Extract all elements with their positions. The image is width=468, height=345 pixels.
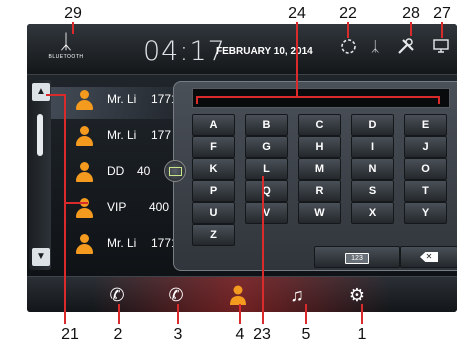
callout-27: 27 [433, 5, 451, 22]
key-x[interactable]: X [351, 202, 394, 224]
bluetooth-icon[interactable]: ᛣ [371, 38, 379, 55]
callout-29: 29 [64, 5, 82, 22]
key-r[interactable]: R [298, 180, 341, 202]
leader-line [118, 304, 120, 324]
leader-line [262, 176, 264, 324]
scroll-down-button[interactable]: ▼ [32, 248, 50, 266]
leader-line [196, 96, 198, 104]
leader-line [196, 96, 440, 98]
screen-icon[interactable] [433, 38, 449, 57]
contact-name: Mr. Li [107, 128, 137, 142]
contact-number: 40 [137, 164, 151, 178]
callout-1: 1 [357, 326, 367, 343]
callout-2: 2 [113, 326, 123, 343]
key-b[interactable]: B [245, 114, 288, 136]
leader-line [410, 22, 412, 36]
callout-4: 4 [235, 326, 245, 343]
number-mode-label: 123 [345, 253, 369, 264]
contact-number: 400 [149, 200, 170, 214]
device-screen: ᛣ BLUETOOTH 04:17 FEBRUARY 10, 2014 ᛣ ▲ … [27, 24, 457, 312]
settings-icon[interactable]: ⚙ [345, 285, 369, 305]
bottom-dock: ✆ ✆ ♫ ⚙ [27, 276, 457, 312]
bluetooth-icon: ᛣ [60, 31, 72, 53]
status-bar: ᛣ BLUETOOTH 04:17 FEBRUARY 10, 2014 ᛣ [27, 24, 457, 75]
backspace-key[interactable]: ✕ [400, 246, 457, 268]
contact-name: VIP [107, 200, 127, 214]
contact-name: Mr. Li [107, 92, 137, 106]
leader-line [239, 304, 241, 324]
scroll-thumb[interactable] [37, 114, 43, 156]
loading-icon [340, 38, 357, 58]
contact-icon [75, 126, 93, 146]
key-w[interactable]: W [298, 202, 341, 224]
call-log-icon[interactable]: ✆ [164, 285, 188, 305]
leader-line [46, 94, 66, 96]
keyboard-input-field[interactable] [192, 88, 450, 108]
key-c[interactable]: C [298, 114, 341, 136]
leader-line [305, 304, 307, 324]
bluetooth-status[interactable]: ᛣ BLUETOOTH [41, 32, 91, 60]
key-o[interactable]: O [404, 158, 447, 180]
leader-line [72, 22, 74, 34]
keyboard-toggle-button[interactable] [164, 160, 186, 182]
key-f[interactable]: F [192, 136, 235, 158]
contact-number: 177 [151, 128, 172, 142]
leader-line [347, 22, 349, 38]
key-k[interactable]: K [192, 158, 235, 180]
callout-28: 28 [402, 5, 420, 22]
key-v[interactable]: V [245, 202, 288, 224]
scroll-up-button[interactable]: ▲ [32, 83, 50, 101]
phone-icon[interactable]: ✆ [105, 285, 129, 305]
contact-icon [75, 198, 93, 218]
key-u[interactable]: U [192, 202, 235, 224]
leader-line [296, 22, 298, 98]
leader-line [441, 22, 443, 38]
contact-icon [75, 234, 93, 254]
key-z[interactable]: Z [192, 224, 235, 246]
contact-name: DD [107, 164, 125, 178]
callout-21: 21 [61, 326, 79, 343]
contacts-icon[interactable] [226, 285, 250, 309]
keyboard-panel: ABCDE FGHIJ KLMNO PQRST UVWXY Z 123 ✕ [173, 81, 457, 271]
clock-date: FEBRUARY 10, 2014 [216, 46, 313, 57]
leader-line [177, 304, 179, 324]
key-i[interactable]: I [351, 136, 394, 158]
key-p[interactable]: P [192, 180, 235, 202]
key-t[interactable]: T [404, 180, 447, 202]
leader-line [438, 96, 440, 104]
callout-23: 23 [253, 326, 271, 343]
key-s[interactable]: S [351, 180, 394, 202]
key-g[interactable]: G [245, 136, 288, 158]
leader-line [64, 94, 66, 324]
leader-line [361, 304, 363, 324]
settings-tools-icon[interactable] [397, 38, 415, 58]
backspace-icon: ✕ [420, 252, 438, 262]
callout-24: 24 [288, 5, 306, 22]
key-y[interactable]: Y [404, 202, 447, 224]
contact-icon [75, 162, 93, 182]
music-icon[interactable]: ♫ [285, 285, 309, 305]
keyboard-icon [169, 167, 182, 176]
key-m[interactable]: M [298, 158, 341, 180]
key-n[interactable]: N [351, 158, 394, 180]
contact-icon [75, 90, 93, 110]
key-q[interactable]: Q [245, 180, 288, 202]
key-e[interactable]: E [404, 114, 447, 136]
clock-time: 04:17 [143, 36, 226, 67]
callout-22: 22 [339, 5, 357, 22]
bluetooth-label: BLUETOOTH [48, 54, 84, 60]
key-h[interactable]: H [298, 136, 341, 158]
callout-5: 5 [301, 326, 311, 343]
contact-scrollbar[interactable]: ▲ ▼ [29, 80, 51, 270]
key-a[interactable]: A [192, 114, 235, 136]
key-l[interactable]: L [245, 158, 288, 180]
key-d[interactable]: D [351, 114, 394, 136]
key-j[interactable]: J [404, 136, 447, 158]
callout-3: 3 [173, 326, 183, 343]
leader-line [64, 202, 88, 204]
contact-name: Mr. Li [107, 236, 137, 250]
number-mode-key[interactable]: 123 [314, 246, 400, 268]
